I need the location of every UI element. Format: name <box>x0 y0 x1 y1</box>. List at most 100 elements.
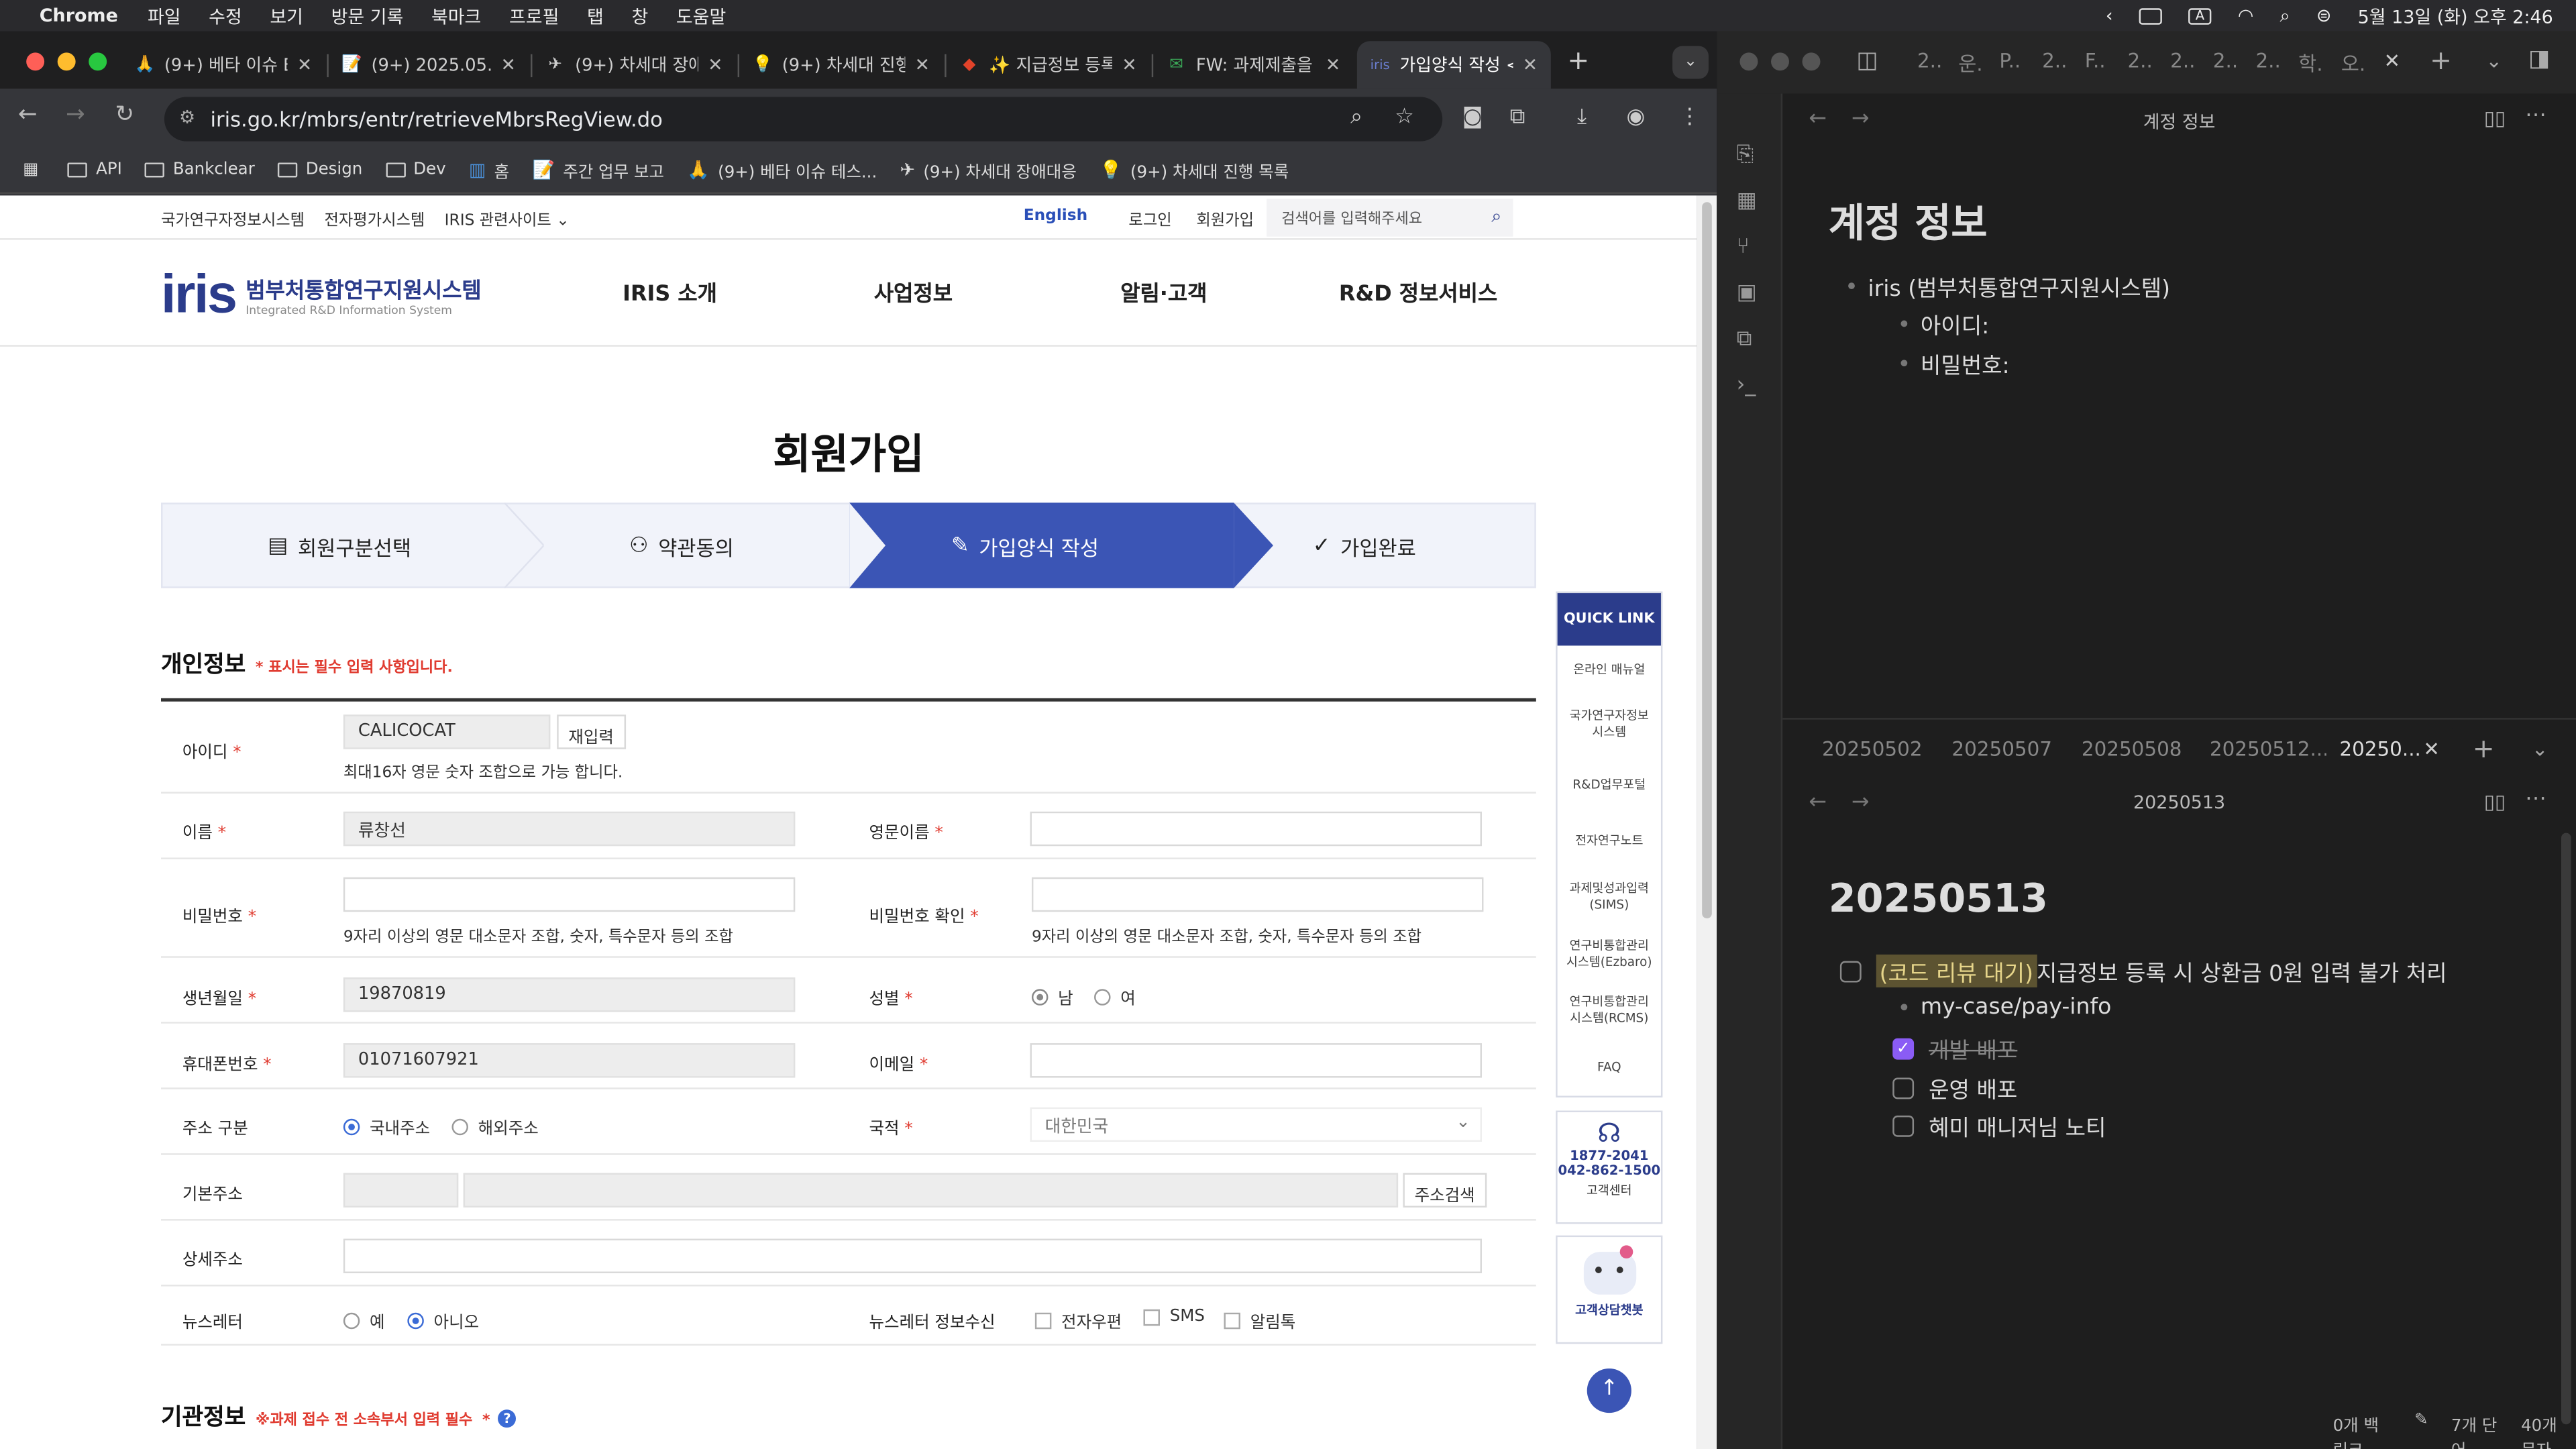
close-tab-icon[interactable]: ✕ <box>297 54 313 76</box>
eng-name-input[interactable] <box>1030 811 1482 847</box>
forward-icon[interactable]: → <box>66 102 85 128</box>
util-link[interactable]: 전자평가시스템 <box>324 207 425 230</box>
bookmark-item[interactable]: 📝 주간 업무 보고 <box>532 158 664 182</box>
menu-bookmarks[interactable]: 북마크 <box>431 3 481 29</box>
english-link[interactable]: English <box>1024 207 1087 230</box>
menu-profile[interactable]: 프로필 <box>509 3 559 29</box>
gender-female-radio[interactable]: 여 <box>1094 984 1136 1009</box>
gnb-item[interactable]: 알림·고객 <box>1120 276 1207 307</box>
new-tab-button[interactable]: + <box>2473 733 2495 764</box>
newsletter-alimtalk-checkbox[interactable]: 알림톡 <box>1224 1307 1295 1332</box>
menu-file[interactable]: 파일 <box>148 3 181 29</box>
zoom-window-icon[interactable] <box>1802 52 1821 71</box>
close-tab-icon[interactable]: ✕ <box>1122 54 1137 76</box>
close-tab-icon[interactable]: ✕ <box>2423 738 2440 761</box>
quick-link-item[interactable]: 온라인 매뉴얼 <box>1558 662 1661 678</box>
browser-tab-active[interactable]: iris 가입양식 작성 < ✕ <box>1356 41 1551 89</box>
password-input[interactable] <box>343 877 796 912</box>
chevron-down-icon[interactable]: ⌄ <box>2485 49 2502 72</box>
menu-history[interactable]: 방문 기록 <box>331 3 404 29</box>
newsletter-yes-radio[interactable]: 예 <box>343 1307 385 1332</box>
quick-link-item[interactable]: 국가연구자정보 시스템 <box>1558 708 1661 741</box>
bookmark-item[interactable]: ▥ 홈 <box>469 158 509 182</box>
obsidian-tab[interactable]: P.. <box>1999 49 2021 72</box>
browser-tab[interactable]: 📝 (9+) 2025.05. ✕ <box>329 41 529 89</box>
menu-view[interactable]: 보기 <box>270 3 303 29</box>
minimize-window-icon[interactable] <box>1771 52 1789 71</box>
close-tab-icon[interactable]: ✕ <box>708 54 723 76</box>
new-tab-button[interactable]: + <box>1567 44 1589 76</box>
pencil-icon[interactable]: ✎ <box>2414 1411 2428 1449</box>
bookmark-item[interactable]: Bankclear <box>145 161 255 179</box>
close-tab-icon[interactable]: ✕ <box>2383 49 2400 72</box>
obsidian-tab[interactable]: 20250512... <box>2210 738 2329 761</box>
graph-icon[interactable]: ⑂ <box>1737 235 1750 260</box>
menu-help[interactable]: 도움말 <box>676 3 726 29</box>
newsletter-no-radio[interactable]: 아니오 <box>407 1307 479 1332</box>
menu-window[interactable]: 창 <box>631 3 648 29</box>
chevron-left-icon[interactable]: ‹ <box>2106 5 2113 26</box>
input-source-icon[interactable]: A <box>2188 7 2212 24</box>
more-options-icon[interactable]: ⋯ <box>2525 787 2546 812</box>
battery-icon[interactable] <box>2139 7 2163 24</box>
obsidian-tab[interactable]: 2.. <box>2213 49 2238 72</box>
wifi-icon[interactable]: ◠ <box>2238 5 2254 26</box>
newsletter-sms-checkbox[interactable]: SMS <box>1143 1307 1205 1326</box>
right-sidebar-toggle-icon[interactable]: ◨ <box>2528 46 2550 72</box>
phone-input[interactable]: 01071607921 <box>343 1043 796 1078</box>
task-checkbox[interactable] <box>1839 960 1862 982</box>
screenshot-icon[interactable]: ◙ <box>1462 105 1483 130</box>
reading-view-icon[interactable]: ▯▯ <box>2484 107 2506 129</box>
download-icon[interactable]: ⤓ <box>1577 105 1587 130</box>
bookmark-item[interactable]: 💡 (9+) 차세대 진행 목록 <box>1099 158 1289 182</box>
obsidian-tab[interactable]: 2.. <box>1917 49 1942 72</box>
zoom-icon[interactable]: ⌕ <box>1350 105 1362 130</box>
obsidian-tab[interactable]: 학. <box>2298 49 2322 77</box>
bookmark-item[interactable]: 🙏 (9+) 베타 이슈 테스... <box>687 158 877 182</box>
site-logo[interactable]: iris 범부처통합연구지원시스템 Integrated R&D Informa… <box>161 263 482 325</box>
obsidian-tab[interactable]: 운. <box>1958 49 1982 77</box>
obsidian-tab[interactable]: 20250507 <box>1951 738 2052 761</box>
spotlight-icon[interactable]: ⌕ <box>2280 4 2290 27</box>
help-icon[interactable]: ? <box>498 1409 517 1427</box>
apps-icon[interactable]: ▦ <box>23 161 38 179</box>
bookmark-star-icon[interactable]: ☆ <box>1395 105 1414 130</box>
terminal-icon[interactable]: ›_ <box>1737 373 1756 398</box>
address-search-button[interactable]: 주소검색 <box>1403 1173 1487 1208</box>
more-menu-icon[interactable]: ⋮ <box>1679 105 1701 130</box>
copy-icon[interactable]: ⧉ <box>1737 327 1752 352</box>
page-scrollbar[interactable] <box>1697 195 1717 1449</box>
chevron-down-icon[interactable]: ⌄ <box>2532 738 2548 761</box>
extensions-icon[interactable]: ⧉ <box>1510 105 1525 130</box>
task-checkbox-checked[interactable]: ✓ <box>1892 1037 1915 1059</box>
customer-center-box[interactable]: ☊ 1877-2041 042-862-1500 고객센터 <box>1556 1110 1663 1224</box>
name-input[interactable]: 류창선 <box>343 811 796 847</box>
tab-search-button[interactable]: ⌄ <box>1672 46 1709 79</box>
quick-link-item[interactable]: 연구비통합관리 시스템(RCMS) <box>1558 994 1661 1027</box>
signup-link[interactable]: 회원가입 <box>1196 207 1254 230</box>
password-confirm-input[interactable] <box>1031 877 1484 912</box>
bookmark-item[interactable]: API <box>68 161 122 179</box>
new-tab-button[interactable]: + <box>2430 44 2452 76</box>
browser-tab[interactable]: 🙏 (9+) 베타 이슈 E ✕ <box>121 41 325 89</box>
control-center-icon[interactable]: ⊜ <box>2316 5 2332 26</box>
gender-male-radio[interactable]: 남 <box>1031 984 1073 1009</box>
more-options-icon[interactable]: ⋯ <box>2525 103 2546 128</box>
close-window-icon[interactable] <box>26 52 45 71</box>
menu-tab[interactable]: 탭 <box>587 3 604 29</box>
minimize-window-icon[interactable] <box>57 52 76 71</box>
quick-link-item[interactable]: 연구비통합관리 시스템(Ezbaro) <box>1558 938 1661 971</box>
close-tab-icon[interactable]: ✕ <box>1523 54 1538 76</box>
browser-tab[interactable]: ✉ FW: 과제제출을 ✕ <box>1153 41 1354 89</box>
scroll-top-button[interactable]: ↑ <box>1587 1368 1631 1413</box>
calendar-icon[interactable]: ▦ <box>1737 189 1757 214</box>
chatbot-box[interactable]: 고객상담챗봇 <box>1556 1235 1663 1344</box>
task-checkbox[interactable] <box>1892 1114 1915 1136</box>
canvas-icon[interactable]: ▣ <box>1737 281 1757 306</box>
menu-edit[interactable]: 수정 <box>209 3 242 29</box>
close-tab-icon[interactable]: ✕ <box>1326 54 1341 76</box>
obsidian-tab[interactable]: 2.. <box>2170 49 2195 72</box>
close-tab-icon[interactable]: ✕ <box>500 54 516 76</box>
obsidian-tab[interactable]: 20250502 <box>1822 738 1923 761</box>
reload-icon[interactable]: ↻ <box>115 102 134 128</box>
